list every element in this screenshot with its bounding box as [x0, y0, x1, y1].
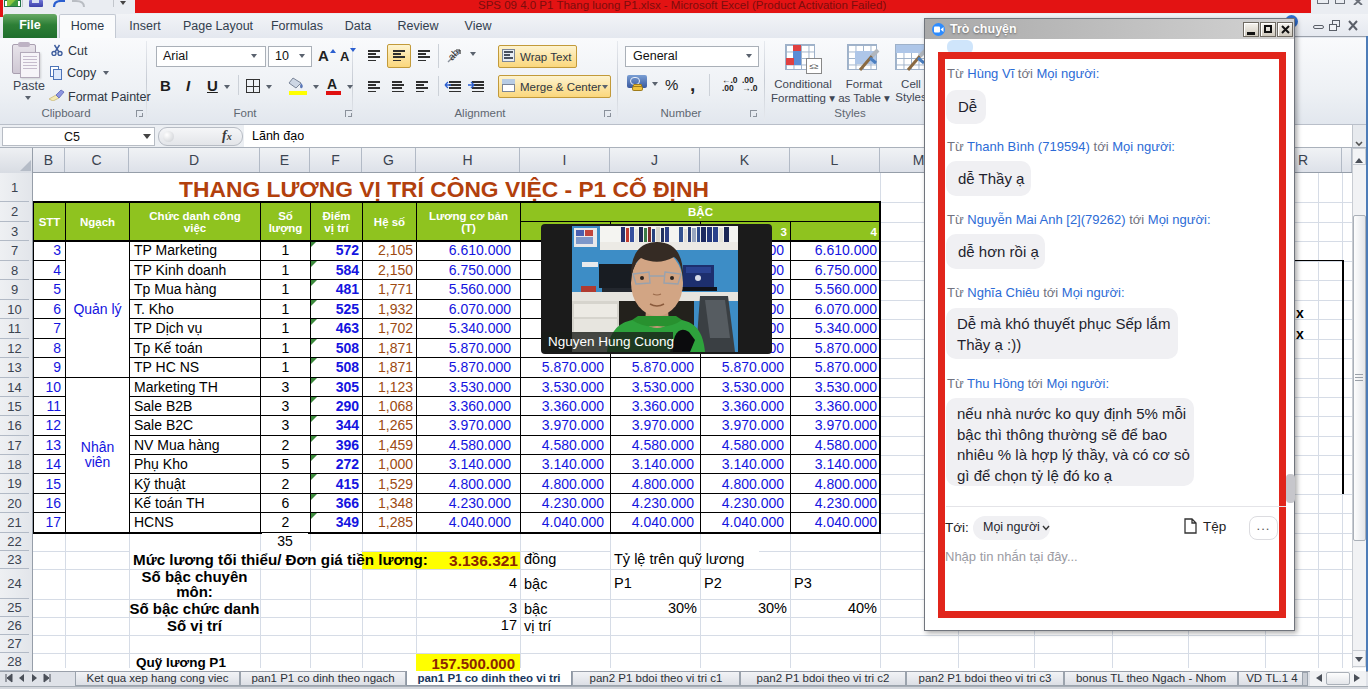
- svg-text:ab: ab: [446, 46, 461, 62]
